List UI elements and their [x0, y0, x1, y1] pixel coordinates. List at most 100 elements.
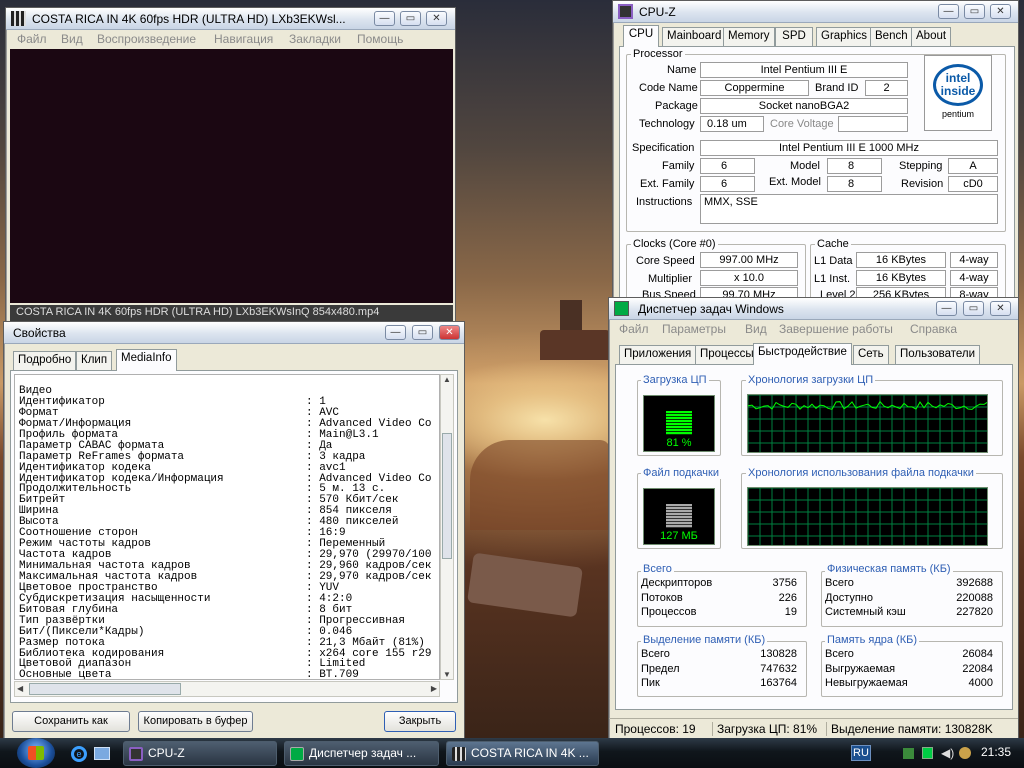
scroll-thumb[interactable] — [442, 433, 452, 559]
show-desktop-icon[interactable] — [94, 747, 110, 760]
kernel-memory-title: Память ядра (КБ) — [825, 634, 919, 646]
instructions-value: MMX, SSE — [700, 194, 998, 224]
close-button[interactable]: ✕ — [439, 325, 460, 340]
close-button[interactable]: ✕ — [426, 11, 447, 26]
copy-to-clipboard-button[interactable]: Копировать в буфер — [138, 711, 253, 732]
tab-details[interactable]: Подробно — [13, 351, 77, 370]
menu-shutdown[interactable]: Завершение работы — [779, 322, 893, 336]
menu-options[interactable]: Параметры — [662, 322, 726, 336]
pentium-logo-text: pentium — [941, 109, 975, 119]
task-manager-titlebar[interactable]: Диспетчер задач Windows — ▭ ✕ — [609, 298, 1018, 320]
tab-about[interactable]: About — [911, 27, 952, 46]
tab-performance[interactable]: Быстродействие — [753, 343, 852, 365]
minimize-button[interactable]: — — [938, 4, 959, 19]
tab-network[interactable]: Сеть — [853, 345, 889, 364]
tab-mainboard[interactable]: Mainboard — [662, 27, 727, 46]
tab-applications[interactable]: Приложения — [619, 345, 697, 364]
cpu-history-graph — [747, 394, 988, 453]
tab-spd[interactable]: SPD — [775, 27, 813, 46]
menu-file[interactable]: Файл — [619, 322, 649, 336]
tab-clip[interactable]: Клип — [76, 351, 113, 370]
menu-help[interactable]: Справка — [910, 322, 957, 336]
menu-file[interactable]: Файл — [17, 32, 47, 46]
scroll-up-arrow[interactable]: ▲ — [441, 375, 453, 384]
task-manager-window: Диспетчер задач Windows — ▭ ✕ Файл Парам… — [608, 297, 1019, 739]
minimize-button[interactable]: — — [374, 11, 395, 26]
menu-view[interactable]: Вид — [745, 322, 767, 336]
ext-family-value: 6 — [700, 176, 755, 192]
cpu-history-svg — [748, 395, 987, 452]
taskbar-item-task-manager[interactable]: Диспетчер задач ... — [284, 741, 439, 766]
tab-processes[interactable]: Процессы — [695, 345, 759, 364]
scroll-down-arrow[interactable]: ▼ — [441, 670, 453, 679]
menu-bookmarks[interactable]: Закладки — [289, 32, 341, 46]
stat-value: 220088 — [956, 591, 993, 604]
tab-graphics[interactable]: Graphics — [816, 27, 873, 46]
scroll-thumb-h[interactable] — [29, 683, 181, 695]
stepping-value: A — [948, 158, 998, 174]
menu-view[interactable]: Вид — [61, 32, 83, 46]
taskbar-item-label: CPU-Z — [148, 746, 185, 760]
cpu-usage-value: 81 % — [666, 437, 692, 449]
tray-taskmgr-icon[interactable] — [922, 747, 933, 759]
cpuz-window: CPU-Z — ▭ ✕ CPU Mainboard Memory SPD Gra… — [612, 0, 1019, 304]
status-processes: Процессов: 19 — [615, 722, 696, 736]
tab-memory[interactable]: Memory — [723, 27, 775, 46]
pagefile-history-svg — [748, 488, 987, 545]
minimize-button[interactable]: — — [385, 325, 406, 340]
taskbar-item-cpuz[interactable]: CPU-Z — [123, 741, 277, 766]
close-dialog-button[interactable]: Закрыть — [384, 711, 456, 732]
cpu-usage-title: Загрузка ЦП — [641, 374, 709, 386]
scroll-left-arrow[interactable]: ◀ — [17, 684, 23, 693]
tray-security-icon[interactable] — [959, 747, 971, 759]
cpu-history-title: Хронология загрузки ЦП — [746, 374, 876, 386]
scroll-right-arrow[interactable]: ▶ — [431, 684, 437, 693]
status-commit: Выделение памяти: 130828K — [826, 722, 993, 736]
tab-bench[interactable]: Bench — [870, 27, 913, 46]
stat-value: 163764 — [760, 677, 797, 689]
save-as-button[interactable]: Сохранить как — [12, 711, 130, 732]
horizontal-scrollbar[interactable]: ◀ ▶ — [14, 681, 440, 697]
stat-label: Потоков — [641, 591, 683, 604]
stat-value: 4000 — [968, 677, 993, 689]
l1-data-label: L1 Data — [814, 255, 853, 267]
menu-navigation[interactable]: Навигация — [214, 32, 273, 46]
close-button[interactable]: ✕ — [990, 301, 1011, 316]
ie-icon[interactable]: e — [71, 746, 87, 762]
stepping-label: Stepping — [899, 160, 943, 172]
mediainfo-value: : avc1 — [306, 461, 346, 474]
package-value: Socket nanoBGA2 — [700, 98, 908, 114]
cpuz-titlebar[interactable]: CPU-Z — ▭ ✕ — [613, 1, 1018, 23]
menu-help[interactable]: Помощь — [357, 32, 403, 46]
mediainfo-value: : 3 кадра — [306, 450, 366, 463]
vertical-scrollbar[interactable]: ▲ ▼ — [440, 374, 454, 680]
stat-label: Процессов — [641, 606, 697, 618]
video-area[interactable] — [10, 49, 453, 303]
tray-volume-icon[interactable]: ◀) — [941, 746, 954, 760]
start-button[interactable] — [17, 738, 55, 768]
tab-users[interactable]: Пользователи — [895, 345, 981, 364]
player-menubar: Файл Вид Воспроизведение Навигация Закла… — [6, 30, 455, 49]
maximize-button[interactable]: ▭ — [412, 325, 433, 340]
tab-cpu[interactable]: CPU — [623, 25, 659, 47]
cache-group-title: Cache — [815, 238, 851, 250]
close-button[interactable]: ✕ — [990, 4, 1011, 19]
maximize-button[interactable]: ▭ — [963, 301, 984, 316]
maximize-button[interactable]: ▭ — [964, 4, 985, 19]
language-indicator[interactable]: RU — [851, 745, 871, 761]
player-titlebar[interactable]: COSTA RICA IN 4K 60fps HDR (ULTRA HD) LX… — [6, 8, 455, 30]
name-label: Name — [667, 64, 697, 76]
taskbar-item-player[interactable]: COSTA RICA IN 4K ... — [446, 741, 599, 766]
maximize-button[interactable]: ▭ — [400, 11, 421, 26]
properties-titlebar[interactable]: Свойства — ▭ ✕ — [4, 322, 464, 344]
specification-value: Intel Pentium III E 1000 MHz — [700, 140, 998, 156]
instructions-label: Instructions — [636, 196, 693, 208]
model-value: 8 — [827, 158, 882, 174]
stat-value: 26084 — [962, 648, 993, 660]
menu-playback[interactable]: Воспроизведение — [97, 32, 196, 46]
clock[interactable]: 21:35 — [981, 745, 1011, 759]
tray-network-icon[interactable] — [903, 748, 914, 759]
tab-mediainfo[interactable]: MediaInfo — [116, 349, 177, 371]
stat-value: 3756 — [772, 577, 797, 589]
minimize-button[interactable]: — — [936, 301, 957, 316]
